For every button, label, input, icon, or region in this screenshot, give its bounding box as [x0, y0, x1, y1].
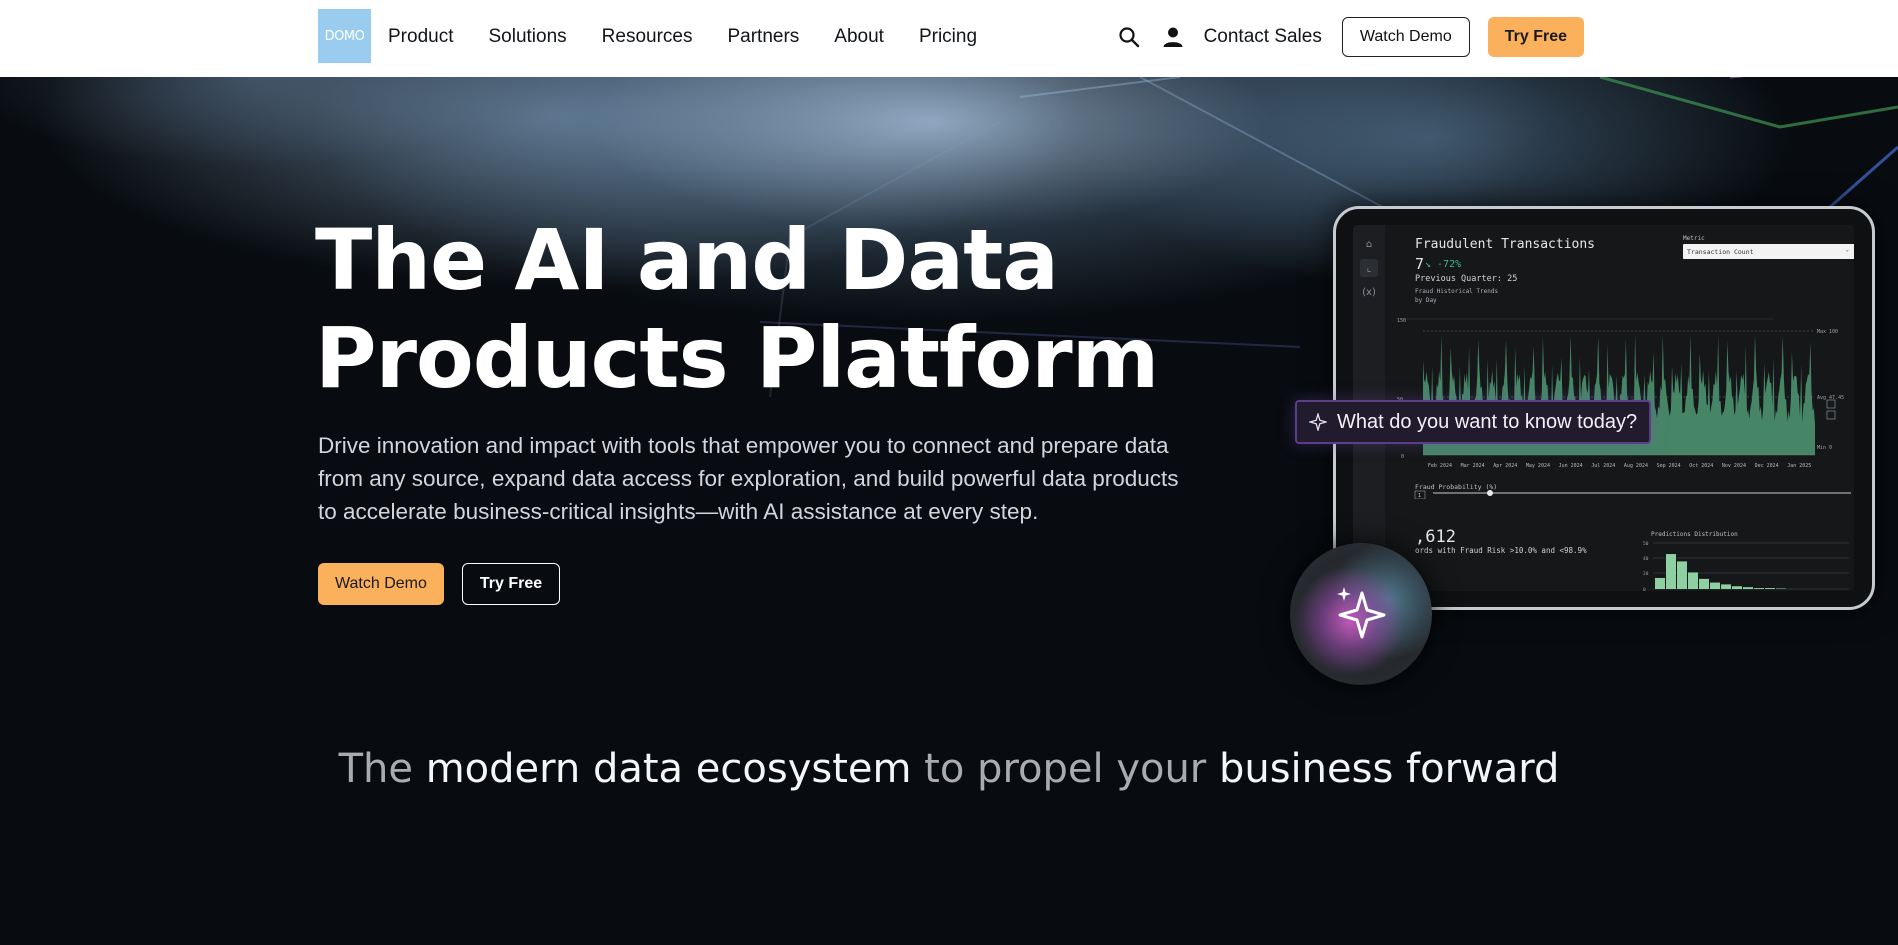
dist-bar	[1754, 588, 1764, 589]
metric-label: Metric	[1683, 235, 1705, 242]
kpi-change: ↘ -72%	[1425, 259, 1462, 270]
nav-link-solutions[interactable]: Solutions	[488, 26, 566, 48]
hero-buttons: Watch Demo Try Free	[318, 563, 561, 605]
nav-link-partners[interactable]: Partners	[727, 26, 799, 48]
fraud-probability-input-value: 1	[1418, 493, 1421, 499]
x-month-label: Jun 2024	[1559, 463, 1583, 469]
x-month-label: Aug 2024	[1624, 463, 1648, 469]
domo-logo[interactable]: DOMO	[318, 9, 371, 63]
x-month-label: Nov 2024	[1722, 463, 1746, 469]
metric-select[interactable]: Transaction Count ⌄	[1683, 244, 1854, 259]
nav-link-pricing[interactable]: Pricing	[919, 26, 977, 48]
dist-bar	[1655, 577, 1665, 589]
hero-try-free-button[interactable]: Try Free	[461, 563, 561, 605]
dist-bar	[1677, 561, 1687, 589]
x-month-label: Oct 2024	[1689, 463, 1713, 469]
kpi-value: 7	[1415, 255, 1425, 273]
nav-link-product[interactable]: Product	[388, 26, 453, 48]
dist-bar	[1732, 586, 1742, 589]
records-label: ords with Fraud Risk >10.0% and <98.9%	[1415, 546, 1587, 555]
user-account-icon[interactable]	[1160, 24, 1186, 50]
zoom-out-button	[1826, 410, 1836, 420]
nav-link-resources[interactable]: Resources	[602, 26, 693, 48]
dist-bar	[1688, 572, 1698, 589]
nav-actions: Contact Sales Watch Demo Try Free	[1116, 0, 1584, 73]
x-month-label: Mar 2024	[1461, 463, 1485, 469]
x-month-label: Jan 2025	[1787, 463, 1811, 469]
distribution-title: Predictions Distribution	[1651, 531, 1738, 538]
tagline-part-2: modern data ecosystem	[425, 746, 912, 792]
chevron-down-icon: ⌄	[1845, 246, 1849, 253]
dist-y-label: 40	[1643, 556, 1649, 562]
dist-y-label: 50	[1643, 541, 1649, 547]
tagline-part-4: business forward	[1218, 746, 1560, 792]
x-month-label: Dec 2024	[1755, 463, 1779, 469]
kpi-previous-quarter: Previous Quarter: 25	[1415, 274, 1518, 284]
zoom-in-button	[1826, 399, 1836, 409]
nav-link-about[interactable]: About	[834, 26, 884, 48]
contact-sales-link[interactable]: Contact Sales	[1204, 26, 1322, 48]
ref-label-max: Max 100	[1817, 329, 1838, 335]
headline-line-1: The AI and Data	[315, 211, 1059, 309]
dist-y-label: 0	[1643, 587, 1646, 591]
ai-prompt-box[interactable]: What do you want to know today?	[1295, 400, 1652, 444]
records-count: ,612	[1415, 527, 1456, 547]
ecosystem-tagline: The modern data ecosystem to propel your…	[0, 746, 1898, 792]
trend-title: Fraud Historical Trends	[1415, 288, 1499, 295]
chart-icon: ⌞	[1360, 259, 1378, 277]
x-month-label: Sep 2024	[1657, 463, 1681, 469]
dist-bar	[1743, 587, 1753, 589]
hero-section: The AI and Data Products Platform Drive …	[0, 77, 1898, 945]
dist-bar	[1710, 582, 1720, 589]
ai-sparkle-icon	[1337, 587, 1386, 639]
ref-label-min: Min 0	[1817, 445, 1832, 451]
home-icon: ⌂	[1365, 238, 1373, 250]
trend-subtitle: by Day	[1415, 297, 1437, 304]
dist-bar	[1666, 554, 1676, 589]
nav-links: Product Solutions Resources Partners Abo…	[388, 0, 1012, 73]
ai-assistant-orb[interactable]	[1290, 543, 1432, 685]
sparkle-icon	[1309, 413, 1327, 431]
search-icon[interactable]	[1116, 24, 1142, 50]
dist-bar	[1699, 578, 1709, 589]
dist-bar	[1721, 584, 1731, 589]
nav-watch-demo-button[interactable]: Watch Demo	[1341, 16, 1470, 57]
hero-watch-demo-button[interactable]: Watch Demo	[318, 563, 444, 605]
x-month-label: May 2024	[1526, 463, 1550, 469]
hero-subcopy: Drive innovation and impact with tools t…	[318, 433, 1179, 524]
ai-prompt-text: What do you want to know today?	[1337, 410, 1638, 433]
dist-bar	[1765, 588, 1775, 589]
headline-line-2: Products Platform	[315, 309, 1159, 407]
top-navigation: DOMO Product Solutions Resources Partner…	[0, 0, 1898, 77]
metric-select-value: Transaction Count	[1687, 247, 1754, 256]
fraud-probability-label: Fraud Probability (%)	[1415, 483, 1498, 491]
variable-icon: (x)	[1362, 286, 1376, 298]
dist-y-label: 20	[1643, 571, 1649, 577]
nav-try-free-button[interactable]: Try Free	[1487, 16, 1584, 57]
dashboard-title: Fraudulent Transactions	[1415, 237, 1596, 252]
y-tick-label: 150	[1397, 318, 1406, 324]
tagline-part-1: The	[338, 746, 426, 792]
y-tick-label: 0	[1401, 454, 1404, 460]
predictions-distribution-chart: 50 40 20 0	[1643, 541, 1849, 591]
x-month-label: Feb 2024	[1428, 463, 1452, 469]
hero-headline: The AI and Data Products Platform	[315, 211, 1215, 407]
x-month-label: Apr 2024	[1493, 463, 1517, 469]
x-month-label: Jul 2024	[1591, 463, 1615, 469]
tagline-part-3: to propel your	[911, 746, 1219, 792]
